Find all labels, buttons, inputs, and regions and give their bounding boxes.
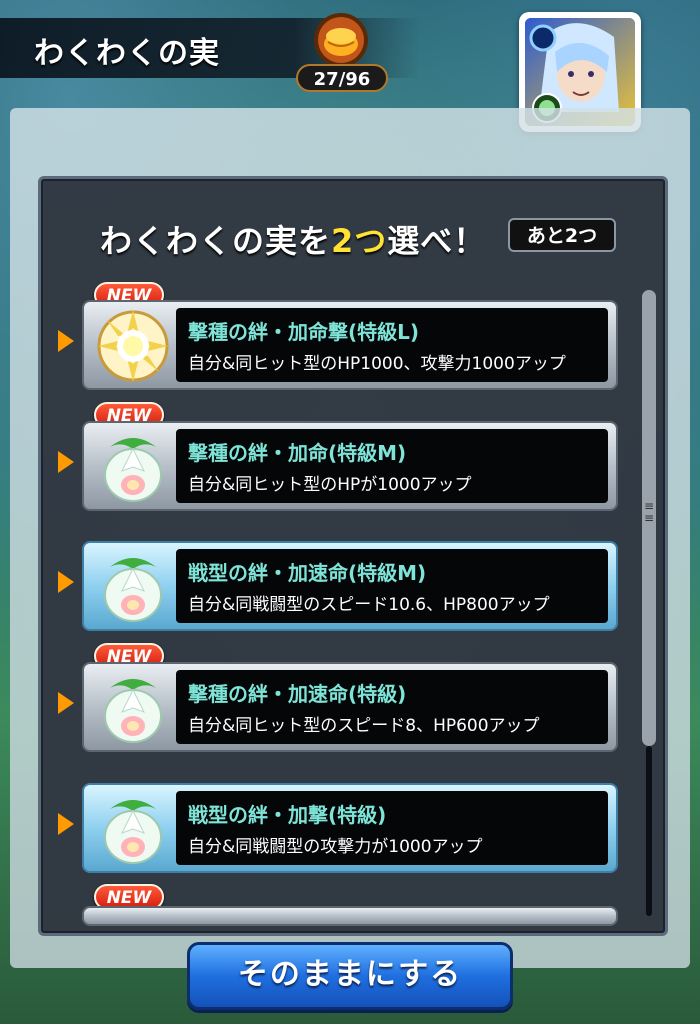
option-name: 撃種の絆・加命(特級M) bbox=[188, 441, 407, 465]
golden-fruit-icon bbox=[97, 310, 169, 382]
white-fruit-icon bbox=[104, 438, 162, 502]
keep-as-is-button[interactable]: そのままにする bbox=[187, 942, 513, 1010]
selection-arrow-icon bbox=[58, 451, 74, 473]
option-name: 撃種の絆・加命撃(特級L) bbox=[188, 320, 420, 344]
fruit-option[interactable]: 撃種の絆・加速命(特級) 自分&同ヒット型のスピード8、HP600アップ bbox=[82, 662, 618, 752]
scroll-track bbox=[646, 746, 652, 916]
scroll-handle-icon[interactable]: ≡ ≡ bbox=[641, 500, 657, 538]
white-fruit-icon bbox=[104, 679, 162, 743]
white-fruit-icon bbox=[104, 800, 162, 864]
option-description: 自分&同戦闘型の攻撃力が1000アップ bbox=[188, 837, 483, 857]
fruit-option[interactable]: 撃種の絆・加命(特級M) 自分&同ヒット型のHPが1000アップ bbox=[82, 421, 618, 511]
option-description: 自分&同ヒット型のHPが1000アップ bbox=[188, 475, 472, 495]
selection-arrow-icon bbox=[58, 692, 74, 714]
fruit-option[interactable] bbox=[82, 906, 618, 926]
option-name: 戦型の絆・加撃(特級) bbox=[188, 803, 387, 827]
selection-arrow-icon bbox=[58, 330, 74, 352]
option-description: 自分&同戦闘型のスピード10.6、HP800アップ bbox=[188, 595, 550, 615]
option-description: 自分&同ヒット型のHP1000、攻撃力1000アップ bbox=[188, 354, 566, 374]
fruit-counter-icon bbox=[314, 13, 368, 67]
prompt-highlight: 2つ bbox=[331, 222, 388, 260]
option-name: 戦型の絆・加速命(特級M) bbox=[188, 561, 427, 585]
remaining-count-badge: あと2つ bbox=[508, 218, 616, 252]
option-name: 撃種の絆・加速命(特級) bbox=[188, 682, 407, 706]
white-fruit-icon bbox=[104, 558, 162, 622]
fruit-option[interactable]: 戦型の絆・加速命(特級M) 自分&同戦闘型のスピード10.6、HP800アップ bbox=[82, 541, 618, 631]
option-description: 自分&同ヒット型のスピード8、HP600アップ bbox=[188, 716, 540, 736]
page-title: わくわくの実 bbox=[34, 36, 220, 71]
fruit-option[interactable]: 撃種の絆・加命撃(特級L) 自分&同ヒット型のHP1000、攻撃力1000アップ bbox=[82, 300, 618, 390]
fruit-counter: 27/96 bbox=[296, 64, 388, 92]
selection-prompt: わくわくの実を2つ選べ！ bbox=[100, 222, 487, 260]
fruit-option[interactable]: 戦型の絆・加撃(特級) 自分&同戦闘型の攻撃力が1000アップ bbox=[82, 783, 618, 873]
selection-arrow-icon bbox=[58, 813, 74, 835]
selection-arrow-icon bbox=[58, 571, 74, 593]
